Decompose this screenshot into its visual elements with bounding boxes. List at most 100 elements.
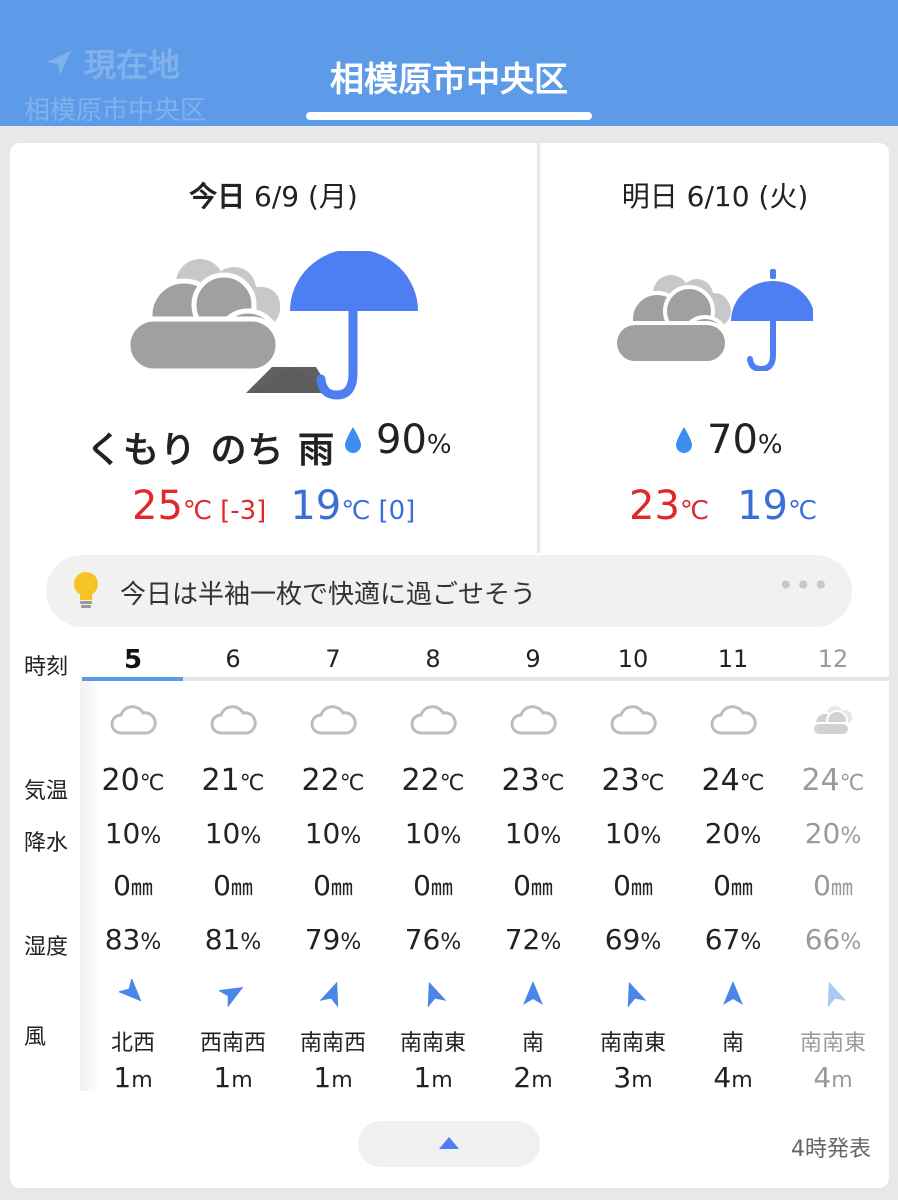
raindrop-icon — [345, 427, 361, 453]
wind-direction: 南南東 — [799, 1031, 866, 1056]
wind-direction-icon — [119, 979, 142, 1002]
tomorrow-low: 19℃ — [737, 483, 818, 529]
hour-scroll-track — [82, 677, 889, 681]
temp-value: 20℃ — [101, 763, 165, 798]
tomorrow-temps: 23℃ 19℃ — [629, 483, 817, 529]
chevron-up-icon — [439, 1137, 459, 1149]
hour-label[interactable]: 9 — [483, 645, 583, 673]
precip-value: 20% — [704, 817, 762, 850]
cloud-icon — [210, 705, 257, 735]
rain-value: 0㎜ — [813, 869, 853, 902]
precip-value: 10% — [104, 817, 162, 850]
hour-label[interactable]: 7 — [283, 645, 383, 673]
advice-text: 今日は半袖一枚で快適に過ごせそう — [120, 580, 537, 610]
temp-value: 21℃ — [201, 763, 265, 798]
rain-value: 0㎜ — [713, 869, 753, 902]
wind-direction-icon — [627, 981, 647, 1007]
today-low: 19℃ [0] — [290, 483, 416, 529]
precip-value: 10% — [604, 817, 662, 850]
temp-value: 22℃ — [401, 763, 465, 798]
cloudy-then-rain-icon — [125, 251, 418, 400]
app-header: 現在地 相模原市中央区 相模原市中央区 — [0, 0, 898, 126]
today-precip: 90% — [344, 417, 452, 463]
precip-row-label: 降水 — [24, 831, 69, 856]
hour-label[interactable]: 8 — [383, 645, 483, 673]
lightbulb-icon — [74, 572, 98, 608]
cloudy-rain-icon — [613, 269, 813, 371]
wind-direction-icon — [723, 981, 743, 1005]
wind-speed: 4m — [813, 1061, 853, 1094]
wind-direction-icon — [319, 981, 339, 1007]
hour-label[interactable]: 11 — [683, 645, 783, 673]
rain-value: 0㎜ — [513, 869, 553, 902]
precip-value: 10% — [304, 817, 362, 850]
humidity-value: 66% — [804, 923, 862, 956]
precip-value: 10% — [204, 817, 262, 850]
wind-direction: 南南西 — [299, 1031, 366, 1056]
humidity-value: 72% — [504, 923, 562, 956]
cloud-icon — [812, 706, 852, 736]
humidity-value: 81% — [204, 923, 262, 956]
time-row-label: 時刻 — [24, 655, 69, 680]
advice-bar[interactable]: 今日は半袖一枚で快適に過ごせそう ••• — [46, 555, 852, 627]
wind-direction: 南 — [521, 1031, 544, 1056]
temp-row-label: 気温 — [24, 779, 69, 804]
tomorrow-panel[interactable]: 明日 6/10 (火) 70% 23℃ 19℃ — [541, 143, 889, 553]
precip-value: 10% — [504, 817, 562, 850]
temp-value: 24℃ — [801, 763, 865, 798]
wind-speed: 1m — [313, 1061, 353, 1094]
today-weather-text: くもり のち 雨 — [86, 430, 336, 471]
temp-value: 23℃ — [501, 763, 565, 798]
rain-value: 0㎜ — [313, 869, 353, 902]
collapse-button[interactable] — [358, 1121, 540, 1167]
active-tab-indicator — [306, 112, 592, 120]
wind-speed: 1m — [113, 1061, 153, 1094]
today-high: 25℃ [-3] — [132, 483, 267, 529]
precip-value: 20% — [804, 817, 862, 850]
humidity-row-label: 湿度 — [24, 935, 69, 960]
raindrop-icon — [676, 427, 692, 453]
today-date-label: 今日 6/9 (月) — [189, 180, 358, 213]
wind-direction-icon — [219, 987, 244, 1007]
rain-value: 0㎜ — [613, 869, 653, 902]
temp-value: 24℃ — [701, 763, 765, 798]
wind-speed: 3m — [613, 1061, 653, 1094]
today-panel[interactable]: 今日 6/9 (月) くもり のち 雨 90% 25℃ [-3] 19℃ [0] — [10, 143, 537, 553]
tomorrow-high: 23℃ — [629, 483, 710, 529]
humidity-value: 76% — [404, 923, 462, 956]
hour-label[interactable]: 6 — [183, 645, 283, 673]
hour-label[interactable]: 12 — [783, 645, 883, 673]
cloud-icon — [310, 705, 357, 735]
wind-direction: 北西 — [110, 1031, 155, 1056]
tomorrow-precip: 70% — [675, 417, 783, 463]
wind-direction: 南南東 — [599, 1031, 666, 1056]
more-options-button[interactable]: ••• — [777, 569, 830, 602]
humidity-value: 79% — [304, 923, 362, 956]
wind-speed: 1m — [213, 1061, 253, 1094]
wind-direction: 南 — [721, 1031, 744, 1056]
page-title[interactable]: 相模原市中央区 — [0, 52, 898, 101]
humidity-value: 67% — [704, 923, 762, 956]
tomorrow-date-label: 明日 6/10 (火) — [621, 180, 809, 213]
wind-speed: 4m — [713, 1061, 753, 1094]
wind-speed: 2m — [513, 1061, 553, 1094]
hour-label[interactable]: 5 — [83, 645, 183, 675]
wind-row-label: 風 — [24, 1025, 47, 1050]
rain-value: 0㎜ — [113, 869, 153, 902]
wind-speed: 1m — [413, 1061, 453, 1094]
hour-label[interactable]: 10 — [583, 645, 683, 673]
humidity-value: 69% — [604, 923, 662, 956]
rain-value: 0㎜ — [413, 869, 453, 902]
precip-value: 10% — [404, 817, 462, 850]
cloud-icon — [110, 705, 157, 735]
humidity-value: 83% — [104, 923, 162, 956]
wind-direction: 西南西 — [199, 1031, 266, 1056]
forecast-card: 今日 6/9 (月) くもり のち 雨 90% 25℃[-3] 19℃[0] — [10, 143, 889, 1188]
wind-direction-icon — [827, 981, 847, 1007]
temp-value: 23℃ — [601, 763, 665, 798]
wind-direction: 南南東 — [399, 1031, 466, 1056]
wind-direction-icon — [427, 981, 447, 1007]
cloud-icon — [410, 705, 457, 735]
rain-value: 0㎜ — [213, 869, 253, 902]
cloud-icon — [610, 705, 657, 735]
